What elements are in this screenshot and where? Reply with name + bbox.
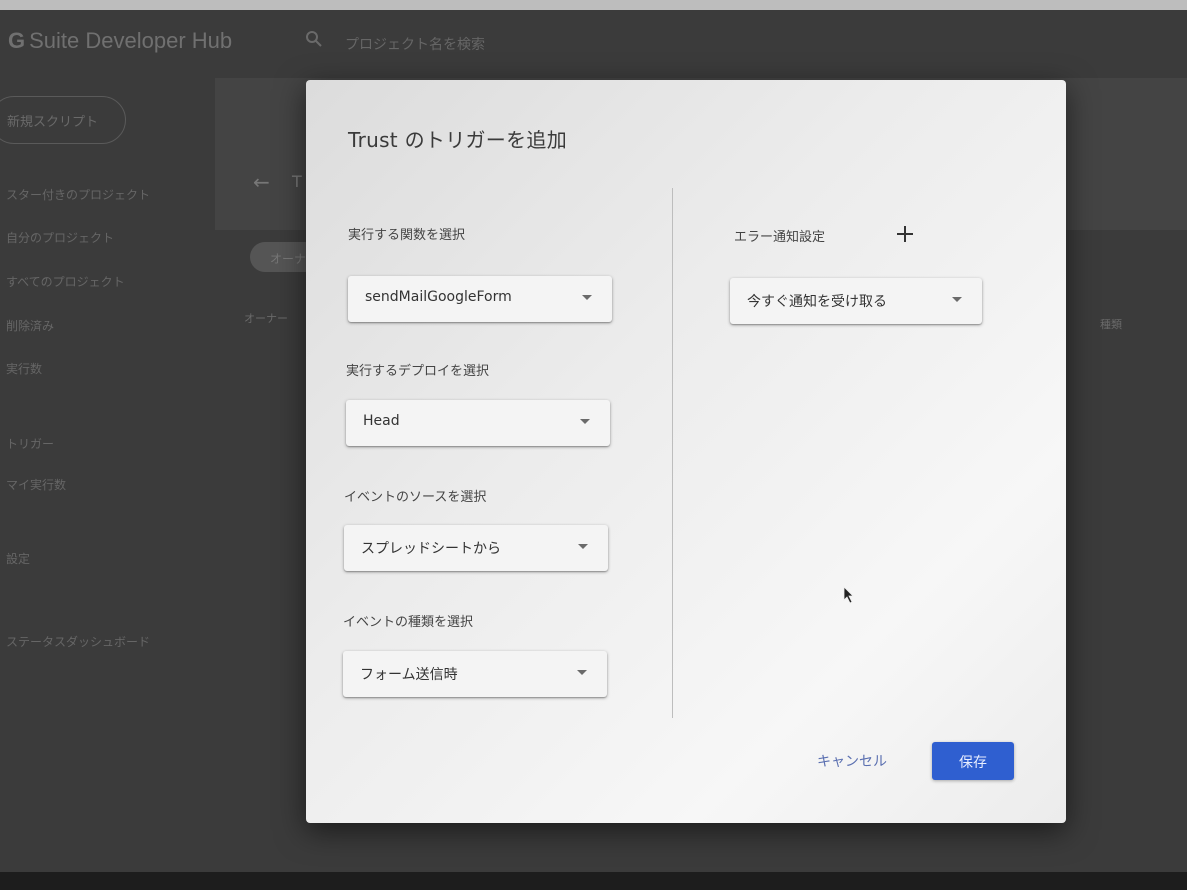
event-type-label: イベントの種類を選択: [343, 615, 474, 630]
event-source-select-value: スプレッドシートから: [361, 541, 501, 557]
deploy-label: 実行するデプロイを選択: [346, 364, 490, 379]
search-input[interactable]: プロジェクト名を検索: [345, 34, 485, 54]
sidebar-item-starred[interactable]: スター付きのプロジェクト: [6, 186, 150, 203]
event-source-label: イベントのソースを選択: [344, 490, 487, 505]
screen-top-strip: [0, 0, 1187, 10]
event-type-select-value: フォーム送信時: [360, 667, 458, 683]
function-label: 実行する関数を選択: [348, 228, 466, 243]
sidebar-item-status-dashboard[interactable]: ステータスダッシュボード: [6, 633, 150, 650]
deploy-select-value: Head: [363, 413, 400, 429]
new-script-button[interactable]: 新規スクリプト: [0, 96, 126, 144]
google-logo-icon: G: [8, 28, 26, 53]
dialog-title: Trust のトリガーを追加: [348, 128, 567, 152]
screen-bottom-strip: [0, 872, 1187, 890]
column-divider: [672, 188, 673, 718]
app-title: Suite Developer Hub: [29, 28, 233, 53]
add-notification-icon[interactable]: [894, 223, 916, 245]
app-header: G Suite Developer Hub プロジェクト名を検索: [0, 10, 1187, 72]
chevron-down-icon: [952, 297, 962, 302]
app-logo[interactable]: G Suite Developer Hub: [8, 28, 232, 54]
function-select[interactable]: sendMailGoogleForm: [348, 276, 612, 322]
project-title: T: [292, 172, 302, 191]
sidebar-item-all-projects[interactable]: すべてのプロジェクト: [6, 273, 125, 290]
column-header-owner: オーナー: [244, 312, 288, 325]
sidebar-item-executions[interactable]: 実行数: [6, 360, 42, 377]
sidebar-item-my-projects[interactable]: 自分のプロジェクト: [6, 229, 114, 246]
sidebar-item-triggers[interactable]: トリガー: [6, 435, 54, 452]
error-notification-select-value: 今すぐ通知を受け取る: [747, 294, 887, 310]
sidebar-item-settings[interactable]: 設定: [6, 550, 30, 567]
event-type-select[interactable]: フォーム送信時: [343, 651, 607, 697]
function-select-value: sendMailGoogleForm: [365, 289, 512, 305]
mouse-pointer-icon: [843, 586, 854, 604]
save-button[interactable]: 保存: [932, 742, 1014, 780]
add-trigger-dialog: Trust のトリガーを追加 実行する関数を選択 sendMailGoogleF…: [306, 80, 1066, 823]
cancel-button[interactable]: キャンセル: [802, 742, 902, 778]
error-notification-select[interactable]: 今すぐ通知を受け取る: [730, 278, 982, 324]
sidebar-item-my-executions[interactable]: マイ実行数: [6, 476, 66, 493]
event-source-select[interactable]: スプレッドシートから: [344, 525, 608, 571]
deploy-select[interactable]: Head: [346, 400, 610, 446]
chevron-down-icon: [578, 544, 588, 549]
chevron-down-icon: [582, 295, 592, 300]
sidebar-item-trash[interactable]: 削除済み: [6, 317, 54, 334]
search-icon[interactable]: [305, 30, 323, 48]
back-arrow-icon[interactable]: ←: [253, 170, 270, 194]
error-notification-label: エラー通知設定: [734, 230, 826, 245]
chevron-down-icon: [577, 670, 587, 675]
chevron-down-icon: [580, 419, 590, 424]
column-header-type: 種類: [1100, 318, 1122, 331]
